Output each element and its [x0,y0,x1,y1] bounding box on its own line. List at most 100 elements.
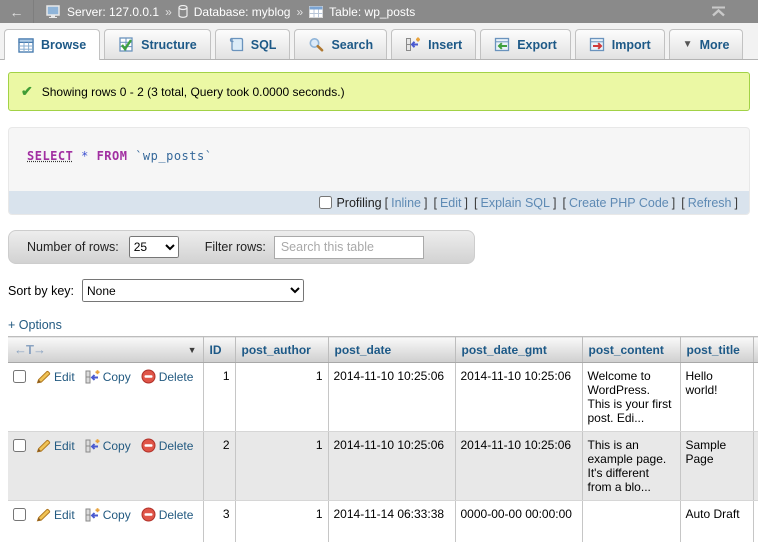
bracket: ] [553,196,556,210]
cell-post-title: Auto Draft [680,501,753,542]
cell-post-date-gmt: 2014-11-10 10:25:06 [455,432,582,501]
back-button[interactable]: ← [0,0,34,23]
edit-link[interactable]: Edit [54,370,75,384]
tab-label: Search [331,38,373,52]
tab-sql[interactable]: SQL [215,29,291,59]
breadcrumb-server[interactable]: Server: 127.0.0.1 [67,5,159,19]
delete-icon [141,369,156,384]
tab-label: More [700,38,730,52]
cell-post-content [582,501,680,542]
header-actions[interactable]: ←T→ ▼ [8,337,203,363]
cell-cutoff [753,432,758,501]
breadcrumb-separator: » [165,5,172,19]
table-row: EditCopyDelete112014-11-10 10:25:062014-… [8,363,758,432]
header-post-content[interactable]: post_content [582,337,680,363]
filter-label: Filter rows: [205,240,266,254]
chevron-down-icon: ▼ [683,39,693,50]
cell-post-author: 1 [235,501,328,542]
row-checkbox[interactable] [13,370,26,383]
tab-search[interactable]: Search [294,29,387,59]
tab-label: SQL [251,38,277,52]
edit-link[interactable]: Edit [54,439,75,453]
cell-post-date-gmt: 0000-00-00 00:00:00 [455,501,582,542]
copy-icon [85,370,100,384]
copy-link[interactable]: Copy [103,370,131,384]
sort-label: Sort by key: [8,284,74,298]
tab-label: Browse [41,38,86,52]
bracket: ] [424,196,427,210]
cell-id: 2 [203,432,235,501]
database-icon [178,5,188,18]
cell-post-date: 2014-11-10 10:25:06 [328,363,455,432]
copy-link[interactable]: Copy [103,439,131,453]
copy-icon [85,439,100,453]
success-message-text: Showing rows 0 - 2 (3 total, Query took … [42,85,345,99]
profiling-checkbox[interactable] [319,196,332,209]
delete-link[interactable]: Delete [159,439,194,453]
page-size-select[interactable]: 25 [129,236,179,258]
cell-id: 1 [203,363,235,432]
profiling-label: Profiling [336,196,381,210]
sort-options-icon[interactable]: ▼ [188,345,197,355]
tab-label: Import [612,38,651,52]
header-post-title[interactable]: post_title [680,337,753,363]
tab-export[interactable]: Export [480,29,571,59]
browse-icon [18,38,34,53]
tab-bar: Browse Structure SQL Search Insert Expor… [0,23,758,60]
create-php-code-link[interactable]: Create PHP Code [569,196,669,210]
edit-link[interactable]: Edit [54,508,75,522]
sql-query-text: SELECT * FROM `wp_posts` [9,128,749,191]
breadcrumb: Server: 127.0.0.1 » Database: myblog » T… [34,5,415,19]
table-header-row: ←T→ ▼ ID post_author post_date post_date… [8,337,758,363]
server-icon [46,5,61,18]
tab-more[interactable]: ▼ More [669,29,744,59]
sql-icon [229,37,244,52]
header-post-date-gmt[interactable]: post_date_gmt [455,337,582,363]
bracket: [ [562,196,565,210]
bracket: ] [465,196,468,210]
tab-insert[interactable]: Insert [391,29,476,59]
header-post-date[interactable]: post_date [328,337,455,363]
row-checkbox[interactable] [13,439,26,452]
inline-link[interactable]: Inline [391,196,421,210]
column-reorder-icon[interactable]: ←T→ [14,342,45,357]
structure-icon [118,37,134,52]
sort-key-select[interactable]: None [82,279,304,302]
breadcrumb-table[interactable]: Table: wp_posts [329,5,415,19]
copy-link[interactable]: Copy [103,508,131,522]
edit-query-link[interactable]: Edit [440,196,462,210]
delete-link[interactable]: Delete [159,370,194,384]
sql-keyword-select[interactable]: SELECT [27,149,73,163]
row-checkbox[interactable] [13,508,26,521]
table-icon [309,6,323,18]
insert-icon [405,37,421,52]
scroll-top-icon[interactable] [711,6,726,17]
breadcrumb-separator: » [296,5,303,19]
header-post-author[interactable]: post_author [235,337,328,363]
breadcrumb-database[interactable]: Database: myblog [194,5,291,19]
tab-browse[interactable]: Browse [4,29,100,60]
delete-link[interactable]: Delete [159,508,194,522]
breadcrumb-bar: ← Server: 127.0.0.1 » Database: myblog »… [0,0,758,23]
row-actions-cell: Edit Copy Delete [8,432,203,501]
options-toggle-link[interactable]: + Options [8,318,62,332]
cell-post-content: Welcome to WordPress. This is your first… [582,363,680,432]
sql-query-box: SELECT * FROM `wp_posts` Profiling [ Inl… [8,127,750,215]
tab-label: Insert [428,38,462,52]
tab-import[interactable]: Import [575,29,665,59]
copy-icon [85,508,100,522]
header-id[interactable]: ID [203,337,235,363]
delete-icon [141,507,156,522]
explain-sql-link[interactable]: Explain SQL [480,196,549,210]
cell-post-date-gmt: 2014-11-10 10:25:06 [455,363,582,432]
search-icon [308,37,324,52]
cell-post-content: This is an example page. It's different … [582,432,680,501]
sql-table-identifier: `wp_posts` [135,149,212,163]
edit-icon [36,370,51,384]
filter-input[interactable] [274,236,424,259]
bracket: [ [474,196,477,210]
query-tools-bar: Profiling [ Inline ] [ Edit ] [ Explain … [9,191,749,214]
success-check-icon: ✔ [21,83,33,100]
tab-structure[interactable]: Structure [104,29,211,59]
refresh-link[interactable]: Refresh [688,196,732,210]
